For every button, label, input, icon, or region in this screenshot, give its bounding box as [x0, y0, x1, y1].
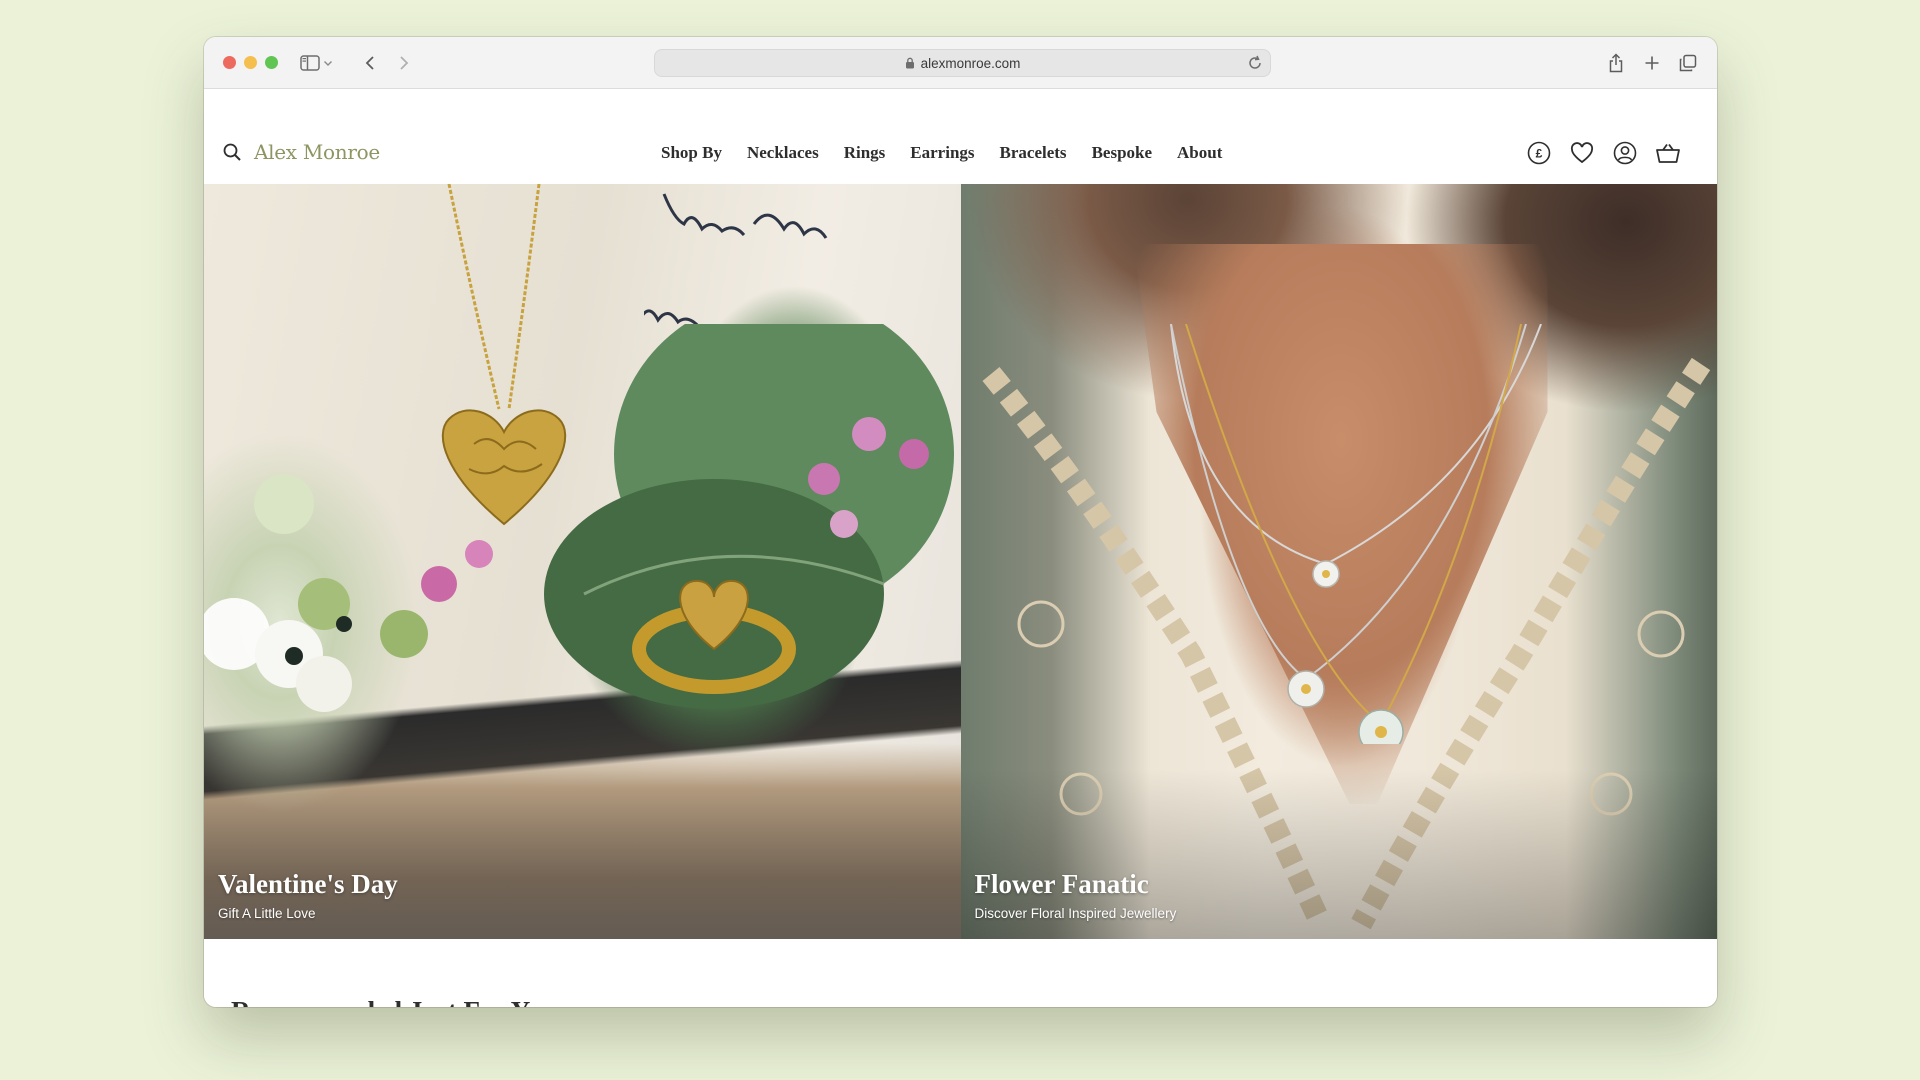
flower-bouquet-image — [204, 474, 493, 712]
hero-banner: Valentine's Day Gift A Little Love Flowe… — [204, 184, 1717, 939]
close-window-button[interactable] — [223, 56, 236, 69]
chevron-down-icon[interactable] — [320, 51, 336, 75]
hero-title-flower-fanatic[interactable]: Flower Fanatic — [975, 868, 1177, 900]
hero-subtitle-valentines[interactable]: Gift A Little Love — [218, 906, 398, 921]
nav-rings[interactable]: Rings — [844, 143, 886, 163]
basket-icon[interactable] — [1655, 140, 1681, 166]
nav-necklaces[interactable]: Necklaces — [747, 143, 819, 163]
reload-icon[interactable] — [1247, 54, 1263, 77]
nav-shop-by[interactable]: Shop By — [661, 143, 722, 163]
search-icon[interactable] — [222, 142, 242, 167]
nav-bespoke[interactable]: Bespoke — [1092, 143, 1152, 163]
currency-icon[interactable]: £ — [1526, 140, 1552, 166]
nav-earrings[interactable]: Earrings — [910, 143, 974, 163]
share-icon[interactable] — [1604, 51, 1628, 75]
sidebar-toggle-icon[interactable] — [298, 51, 322, 75]
hero-caption-valentines: Valentine's Day Gift A Little Love — [218, 868, 398, 921]
nav-bracelets[interactable]: Bracelets — [1000, 143, 1067, 163]
recommended-section: Recommended Just For You — [204, 939, 1717, 1007]
address-bar[interactable]: alexmonroe.com — [654, 49, 1271, 77]
maximize-window-button[interactable] — [265, 56, 278, 69]
site-logo[interactable]: Alex Monroe — [254, 140, 380, 164]
site-header: Alex Monroe Shop By Necklaces Rings Earr… — [204, 89, 1717, 184]
tab-overview-icon[interactable] — [1676, 51, 1700, 75]
account-icon[interactable] — [1612, 140, 1638, 166]
heart-signet-ring-image — [632, 579, 796, 694]
new-tab-icon[interactable] — [1640, 51, 1664, 75]
browser-window: alexmonroe.com Alex Monroe Shop By Neckl… — [204, 37, 1717, 1007]
daisy-necklaces-image — [1169, 324, 1542, 744]
recommended-section-title: Recommended Just For You — [231, 996, 556, 1007]
hero-panel-flower-fanatic[interactable]: Flower Fanatic Discover Floral Inspired … — [960, 184, 1717, 939]
window-controls — [223, 56, 278, 69]
hero-caption-flower-fanatic: Flower Fanatic Discover Floral Inspired … — [975, 868, 1177, 921]
wishlist-icon[interactable] — [1569, 140, 1595, 166]
lock-icon — [905, 57, 914, 69]
hero-subtitle-flower-fanatic[interactable]: Discover Floral Inspired Jewellery — [975, 906, 1177, 921]
main-nav: Shop By Necklaces Rings Earrings Bracele… — [661, 143, 1247, 163]
hero-panel-valentines[interactable]: Valentine's Day Gift A Little Love — [204, 184, 961, 939]
wax-flower-image — [808, 417, 929, 538]
daisy-pendant-small — [1311, 560, 1340, 588]
url-text: alexmonroe.com — [920, 55, 1021, 71]
daisy-pendant-medium — [1286, 670, 1325, 708]
minimize-window-button[interactable] — [244, 56, 257, 69]
header-actions: £ — [1526, 140, 1681, 166]
hero-title-valentines[interactable]: Valentine's Day — [218, 868, 398, 900]
nav-about[interactable]: About — [1177, 143, 1222, 163]
daisy-pendant-large — [1357, 709, 1404, 744]
browser-toolbar: alexmonroe.com — [204, 37, 1717, 89]
forward-icon[interactable] — [392, 51, 416, 75]
currency-symbol: £ — [1536, 147, 1543, 161]
back-icon[interactable] — [358, 51, 382, 75]
